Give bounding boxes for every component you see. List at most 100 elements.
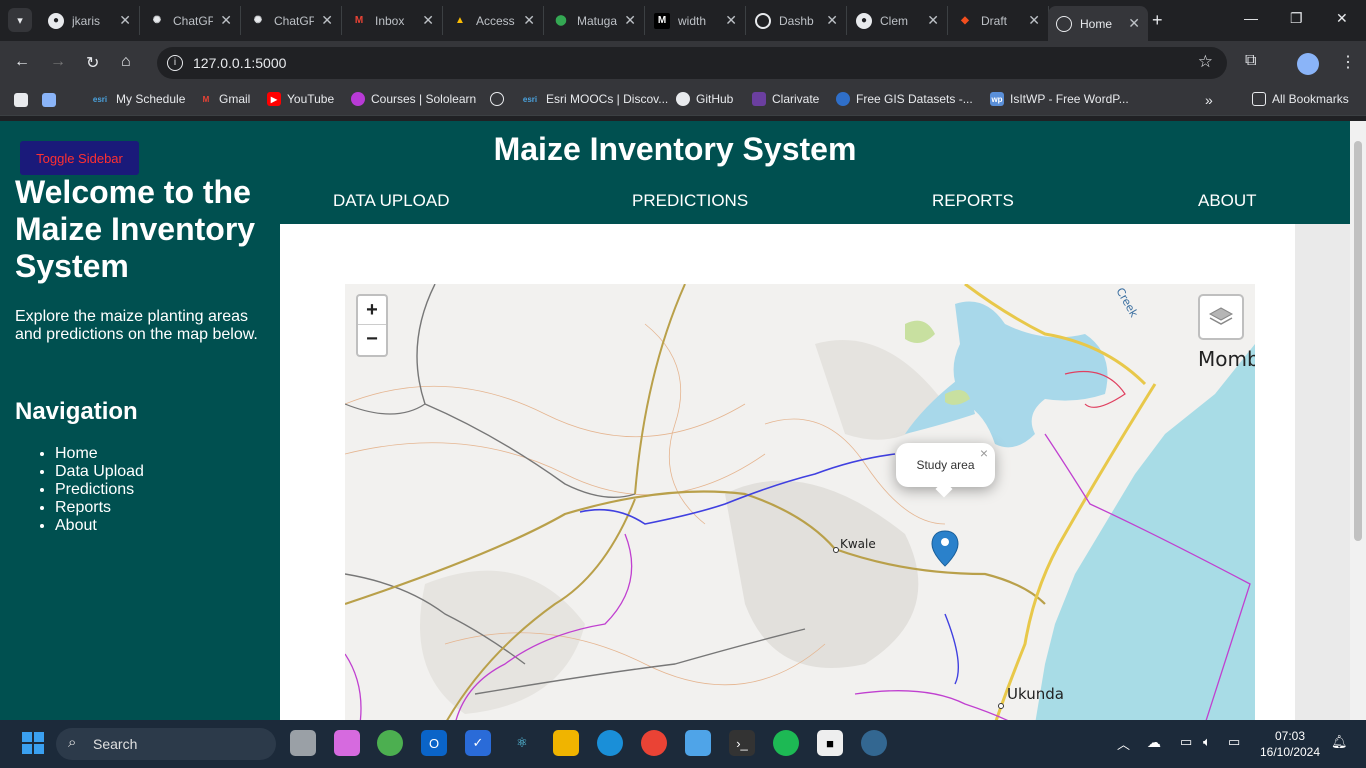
new-tab-icon[interactable]: + [1152, 10, 1163, 31]
spotify-icon[interactable] [773, 730, 799, 756]
nav-reports[interactable]: REPORTS [932, 191, 1014, 211]
close-icon[interactable]: ✕ [523, 12, 535, 29]
tab-groups-icon[interactable] [42, 93, 56, 107]
close-icon[interactable]: ✕ [927, 12, 939, 29]
layers-control-button[interactable] [1198, 294, 1244, 340]
package-icon[interactable]: ■ [817, 730, 843, 756]
sidebar-item-about[interactable]: About [55, 517, 144, 535]
tab-11-active[interactable]: Home ✕ [1048, 6, 1148, 41]
leaflet-map[interactable]: Kwale Ukunda Momb Creek + − Study area × [345, 284, 1255, 720]
tab-8[interactable]: Dashb ✕ [747, 6, 847, 35]
sidebar-item-reports[interactable]: Reports [55, 499, 144, 517]
profile-avatar[interactable] [1297, 53, 1319, 75]
tab-7[interactable]: M width ✕ [646, 6, 746, 35]
restore-icon[interactable]: ❐ [1290, 10, 1303, 27]
close-icon[interactable]: ✕ [1028, 12, 1040, 29]
chrome-profile-icon[interactable] [641, 730, 667, 756]
task-view-icon[interactable] [290, 730, 316, 756]
close-icon[interactable]: ✕ [321, 12, 333, 29]
notification-bell-icon[interactable]: 🔔︎ [1331, 734, 1348, 750]
zoom-in-button[interactable]: + [358, 296, 386, 325]
nav-about[interactable]: ABOUT [1198, 191, 1257, 211]
site-info-icon[interactable]: i [167, 55, 183, 71]
copilot-icon[interactable] [334, 730, 360, 756]
onedrive-icon[interactable]: ☁ [1147, 734, 1161, 751]
bookmark-my-schedule[interactable]: esri My Schedule [90, 92, 186, 106]
gmail-icon: M [354, 15, 364, 26]
url-text[interactable]: 127.0.0.1:5000 [193, 55, 286, 71]
map-popup: Study area × [896, 443, 995, 498]
edge-icon[interactable] [597, 730, 623, 756]
forward-icon[interactable]: → [50, 53, 66, 71]
todo-icon[interactable]: ✓ [465, 730, 491, 756]
bookmark-star-icon[interactable]: ☆ [1198, 52, 1213, 72]
all-bookmarks[interactable]: All Bookmarks [1252, 92, 1349, 106]
file-explorer-icon[interactable] [553, 730, 579, 756]
close-icon[interactable]: ✕ [422, 12, 434, 29]
bookmark-esri-moocs[interactable]: esri Esri MOOCs | Discov... [520, 92, 668, 106]
bookmark-clarivate[interactable]: Clarivate [752, 92, 819, 106]
home-icon[interactable]: ⌂ [121, 53, 131, 71]
outlook-icon[interactable]: O [421, 730, 447, 756]
extensions-icon[interactable]: ⧉ [1245, 52, 1256, 70]
reload-icon[interactable]: ↻ [86, 53, 99, 73]
close-icon[interactable]: ✕ [725, 12, 737, 29]
tab-2[interactable]: ✺ ChatGPT ✕ [141, 6, 241, 35]
nav-data-upload[interactable]: DATA UPLOAD [333, 191, 450, 211]
tray-chevron-icon[interactable]: ︿ [1117, 734, 1130, 753]
postgres-icon[interactable] [861, 730, 887, 756]
apps-icon[interactable] [14, 93, 28, 107]
close-icon[interactable]: ✕ [624, 12, 636, 29]
sidebar-item-data-upload[interactable]: Data Upload [55, 463, 144, 481]
overflow-chevron-icon[interactable]: » [1205, 92, 1213, 108]
close-icon[interactable]: ✕ [220, 12, 232, 29]
bookmark-sololearn[interactable]: Courses | Sololearn [351, 92, 476, 106]
react-icon[interactable]: ⚛ [509, 730, 535, 756]
network-icon[interactable]: ▭ [1180, 734, 1192, 750]
tab-title: Access [476, 13, 515, 28]
menu-icon[interactable]: ⋮ [1340, 52, 1356, 72]
windows-start-icon[interactable] [20, 730, 46, 756]
map-label-kwale: Kwale [840, 537, 876, 551]
github-icon: ● [48, 12, 64, 29]
tab-6[interactable]: ⬤ Matuga ✕ [545, 6, 645, 35]
close-icon[interactable]: ✕ [1128, 15, 1140, 32]
page-scrollbar[interactable] [1350, 121, 1366, 720]
sidebar-item-home[interactable]: Home [55, 445, 144, 463]
scrollbar-thumb[interactable] [1354, 141, 1362, 541]
globe-icon [490, 92, 504, 106]
zoom-out-button[interactable]: − [358, 325, 386, 354]
bookmark-label: YouTube [287, 92, 335, 106]
minimize-icon[interactable]: — [1244, 10, 1258, 26]
tab-search-button[interactable]: ▾ [8, 8, 32, 32]
bookmark-free-gis[interactable]: Free GIS Datasets -... [836, 92, 973, 106]
nav-predictions[interactable]: PREDICTIONS [632, 191, 748, 211]
tab-1[interactable]: ● jkaris ✕ [40, 6, 140, 35]
volume-icon[interactable]: 🔈︎ [1203, 734, 1211, 750]
terminal-icon[interactable]: ›_ [729, 730, 755, 756]
taskbar-search[interactable]: ⌕ Search [56, 728, 276, 760]
tab-4[interactable]: M Inbox ✕ [343, 6, 443, 35]
notepad-icon[interactable] [685, 730, 711, 756]
close-icon[interactable]: ✕ [826, 12, 838, 29]
bookmark-gmail[interactable]: M Gmail [199, 92, 251, 106]
back-icon[interactable]: ← [14, 53, 30, 71]
bookmark-globe[interactable] [490, 92, 510, 106]
popup-close-icon[interactable]: × [980, 431, 988, 475]
bookmark-isitwp[interactable]: wp IsItWP - Free WordP... [990, 92, 1129, 106]
close-icon[interactable]: ✕ [119, 12, 131, 29]
tab-9[interactable]: ● Clem ✕ [848, 6, 948, 35]
tab-3[interactable]: ✺ ChatGPT ✕ [242, 6, 342, 35]
sidebar-item-predictions[interactable]: Predictions [55, 481, 144, 499]
battery-icon[interactable]: ▭ [1228, 734, 1240, 750]
window-close-icon[interactable]: ✕ [1336, 10, 1348, 27]
bookmark-label: Courses | Sololearn [371, 92, 477, 106]
address-bar[interactable]: i 127.0.0.1:5000 ☆ [157, 47, 1227, 79]
chrome-icon[interactable] [377, 730, 403, 756]
bookmark-youtube[interactable]: ▶ YouTube [267, 92, 334, 106]
taskbar-clock[interactable]: 07:03 16/10/2024 [1258, 728, 1322, 760]
toggle-sidebar-button[interactable]: Toggle Sidebar [20, 141, 139, 175]
tab-5[interactable]: ▲ Access ✕ [444, 6, 544, 35]
tab-10[interactable]: ◆ Draft ✕ [949, 6, 1049, 35]
bookmark-github[interactable]: GitHub [676, 92, 733, 106]
